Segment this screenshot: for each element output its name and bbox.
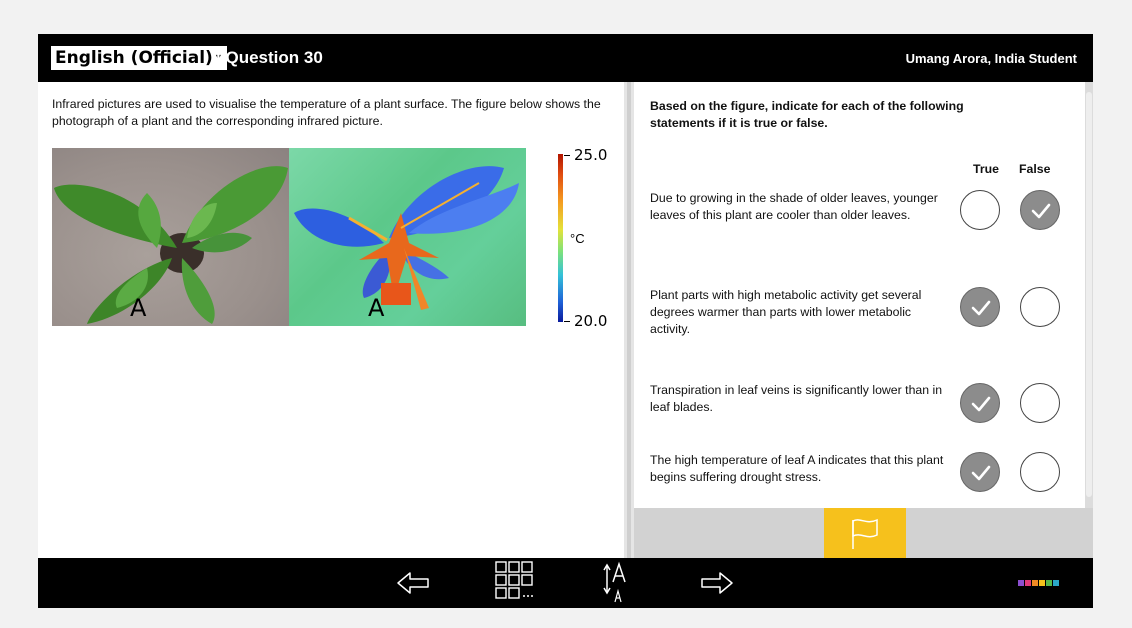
- assessment-window: English (Official) ▾ | Question 30 Umang …: [38, 34, 1093, 608]
- question-instruction: Based on the figure, indicate for each o…: [650, 99, 964, 130]
- language-label: English (Official): [55, 48, 213, 68]
- statement-2: Plant parts with high metabolic activity…: [650, 288, 922, 336]
- stimulus-text: Infrared pictures are used to visualise …: [52, 97, 601, 128]
- scale-unit-label: °C: [570, 231, 585, 246]
- statement-3: Transpiration in leaf veins is significa…: [650, 383, 943, 414]
- arrow-left-icon[interactable]: [394, 558, 434, 608]
- true-column-header: True: [973, 162, 999, 176]
- checkmark-icon: [971, 465, 991, 481]
- statement-2-true-radio[interactable]: [960, 287, 1000, 327]
- statement-1-true-radio[interactable]: [960, 190, 1000, 230]
- top-bar: English (Official) ▾ | Question 30 Umang …: [38, 34, 1093, 82]
- scale-min-label: 20.0: [574, 312, 608, 330]
- splitter-track: [627, 82, 631, 558]
- infrared-image: A: [289, 148, 526, 326]
- checkmark-icon: [971, 300, 991, 316]
- infrared-leaf-label: A: [368, 294, 385, 322]
- false-column-header: False: [1019, 162, 1051, 176]
- checkmark-icon: [971, 396, 991, 412]
- photo-leaf-label: A: [130, 294, 147, 322]
- logo-icon: [1018, 580, 1059, 586]
- scale-max-tick: [564, 155, 570, 156]
- question-title: | Question 30: [216, 48, 323, 67]
- stimulus-pane: Infrared pictures are used to visualise …: [38, 82, 624, 558]
- grid-icon[interactable]: [494, 558, 538, 608]
- flag-icon: [852, 518, 878, 549]
- statement-4-false-radio[interactable]: [1020, 452, 1060, 492]
- statement-3-false-radio[interactable]: [1020, 383, 1060, 423]
- pane-splitter[interactable]: [624, 82, 634, 558]
- statement-2-false-radio[interactable]: [1020, 287, 1060, 327]
- statement-3-true-radio[interactable]: [960, 383, 1000, 423]
- scrollbar-thumb[interactable]: [1086, 92, 1092, 497]
- scale-min-tick: [564, 321, 570, 322]
- language-select[interactable]: English (Official) ▾: [51, 46, 227, 70]
- text-size-icon[interactable]: [602, 558, 634, 608]
- statement-4: The high temperature of leaf A indicates…: [650, 453, 944, 484]
- bottom-bar: [38, 558, 1093, 608]
- scale-max-label: 25.0: [574, 146, 608, 164]
- user-name: Umang Arora, India Student: [905, 51, 1077, 66]
- checkmark-icon: [1031, 203, 1051, 219]
- question-scrollbar[interactable]: [1085, 82, 1093, 508]
- flag-button[interactable]: [824, 508, 906, 558]
- temperature-color-scale: [558, 154, 563, 322]
- question-pane: Based on the figure, indicate for each o…: [634, 82, 1089, 508]
- statement-1-false-radio[interactable]: [1020, 190, 1060, 230]
- plant-photograph: A: [52, 148, 289, 326]
- statement-1: Due to growing in the shade of older lea…: [650, 191, 938, 222]
- statement-4-true-radio[interactable]: [960, 452, 1000, 492]
- arrow-right-icon[interactable]: [696, 558, 736, 608]
